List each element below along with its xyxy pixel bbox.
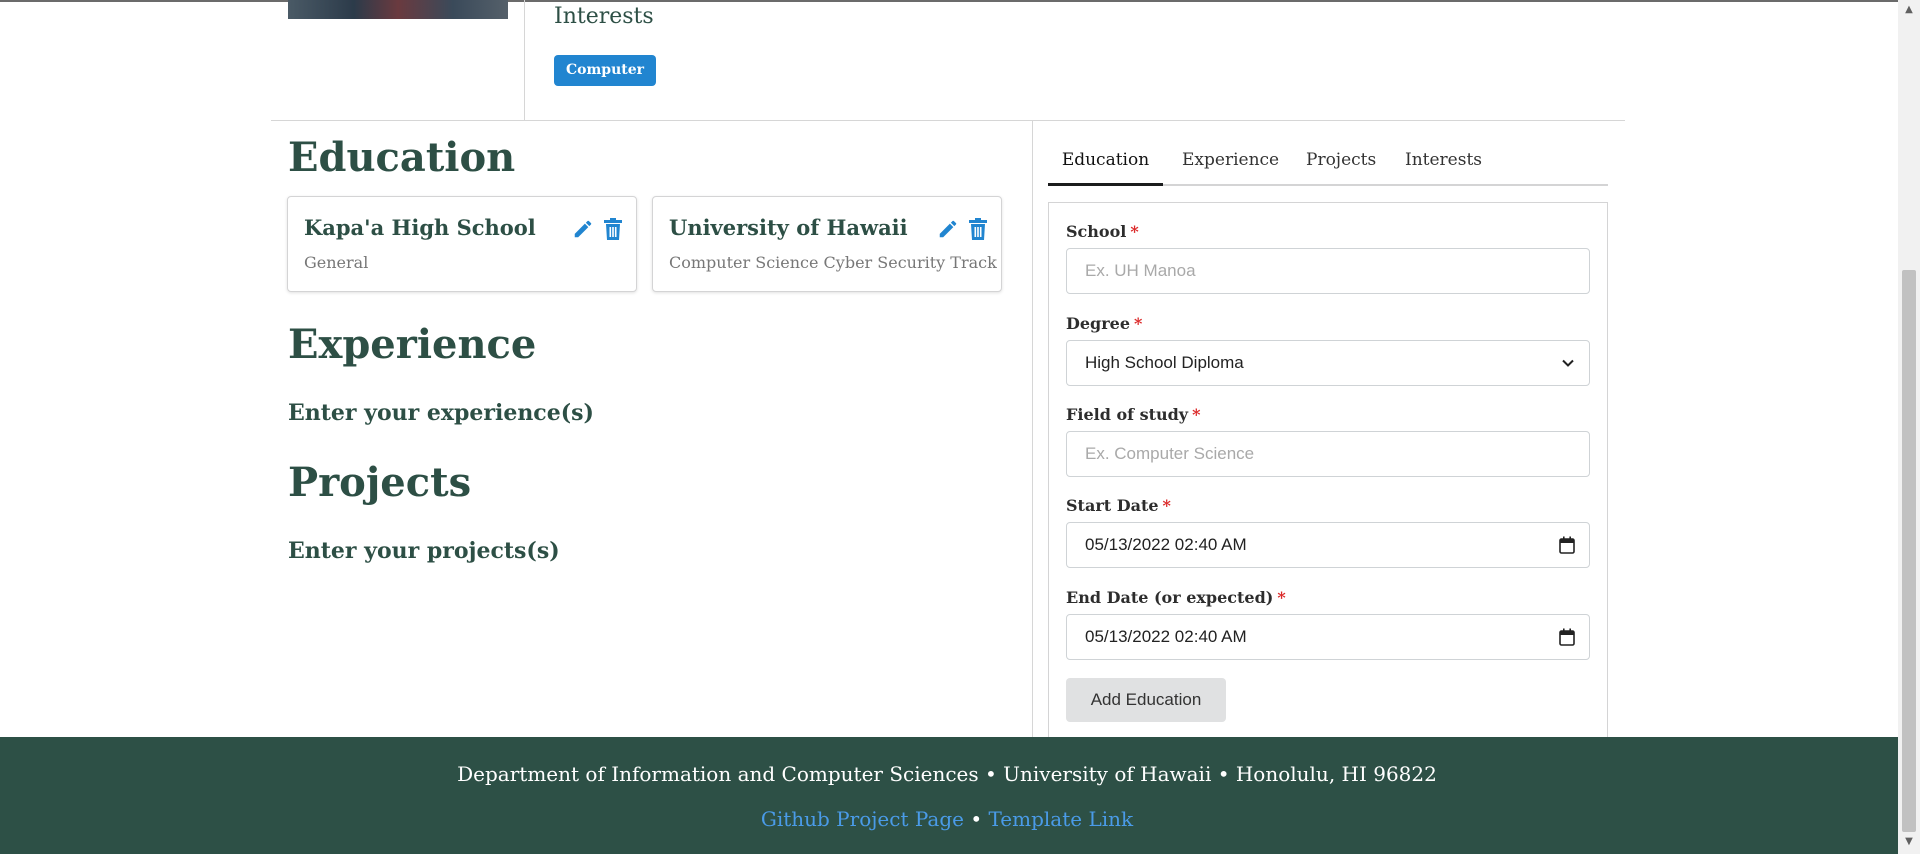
field-of-study-label: Field of study * <box>1066 405 1201 424</box>
calendar-icon[interactable] <box>1559 628 1575 646</box>
calendar-icon[interactable] <box>1559 536 1575 554</box>
experience-empty-text: Enter your experience(s) <box>288 400 594 426</box>
required-mark: * <box>1162 496 1171 515</box>
interests-heading: Interests <box>554 4 654 29</box>
education-heading: Education <box>288 134 516 181</box>
required-mark: * <box>1130 222 1139 241</box>
footer-address: Department of Information and Computer S… <box>457 762 1437 786</box>
trash-icon[interactable] <box>602 217 624 241</box>
card-school: Kapa'a High School <box>304 215 536 240</box>
card-field: General <box>304 253 369 272</box>
degree-label: Degree * <box>1066 314 1143 333</box>
add-education-button[interactable]: Add Education <box>1066 678 1226 722</box>
tab-bar: Education Experience Projects Interests <box>1048 140 1608 186</box>
card-field: Computer Science Cyber Security Track <box>669 253 997 272</box>
window-top-border <box>0 0 1898 2</box>
template-link[interactable]: Template Link <box>989 807 1134 831</box>
required-mark: * <box>1134 314 1143 333</box>
education-card: University of Hawaii Computer Science Cy… <box>652 196 1002 292</box>
required-mark: * <box>1277 588 1286 607</box>
scroll-up-icon[interactable]: ▲ <box>1903 4 1915 16</box>
start-date-input[interactable]: 05/13/2022 02:40 AM <box>1066 522 1590 568</box>
tab-projects[interactable]: Projects <box>1306 140 1376 186</box>
github-project-link[interactable]: Github Project Page <box>761 807 964 831</box>
header-divider <box>524 0 525 120</box>
footer: Department of Information and Computer S… <box>0 737 1898 854</box>
projects-heading: Projects <box>288 459 472 506</box>
tab-education[interactable]: Education <box>1048 140 1163 186</box>
required-mark: * <box>1192 405 1201 424</box>
footer-separator: • <box>970 807 983 831</box>
pencil-icon[interactable] <box>937 217 959 241</box>
scrollbar-thumb[interactable] <box>1902 270 1916 832</box>
tab-experience[interactable]: Experience <box>1182 140 1279 186</box>
interest-tag[interactable]: Computer <box>554 55 657 86</box>
school-input[interactable]: Ex. UH Manoa <box>1066 248 1590 294</box>
footer-links: Github Project Page • Template Link <box>0 807 1894 831</box>
start-date-label: Start Date * <box>1066 496 1171 515</box>
projects-empty-text: Enter your projects(s) <box>288 538 560 564</box>
page-scrollbar[interactable]: ▲ ▼ <box>1898 0 1920 854</box>
degree-select[interactable]: High School Diploma <box>1066 340 1590 386</box>
field-of-study-input[interactable]: Ex. Computer Science <box>1066 431 1590 477</box>
section-divider <box>271 120 1625 121</box>
end-date-label: End Date (or expected) * <box>1066 588 1286 607</box>
end-date-input[interactable]: 05/13/2022 02:40 AM <box>1066 614 1590 660</box>
column-divider <box>1032 120 1033 737</box>
card-school: University of Hawaii <box>669 215 908 240</box>
tab-interests[interactable]: Interests <box>1405 140 1482 186</box>
pencil-icon[interactable] <box>572 217 594 241</box>
experience-heading: Experience <box>288 321 537 368</box>
education-card: Kapa'a High School General <box>287 196 637 292</box>
trash-icon[interactable] <box>967 217 989 241</box>
chevron-down-icon <box>1562 359 1574 367</box>
scroll-down-icon[interactable]: ▼ <box>1903 836 1915 848</box>
school-label: School * <box>1066 222 1139 241</box>
profile-photo <box>288 0 508 19</box>
